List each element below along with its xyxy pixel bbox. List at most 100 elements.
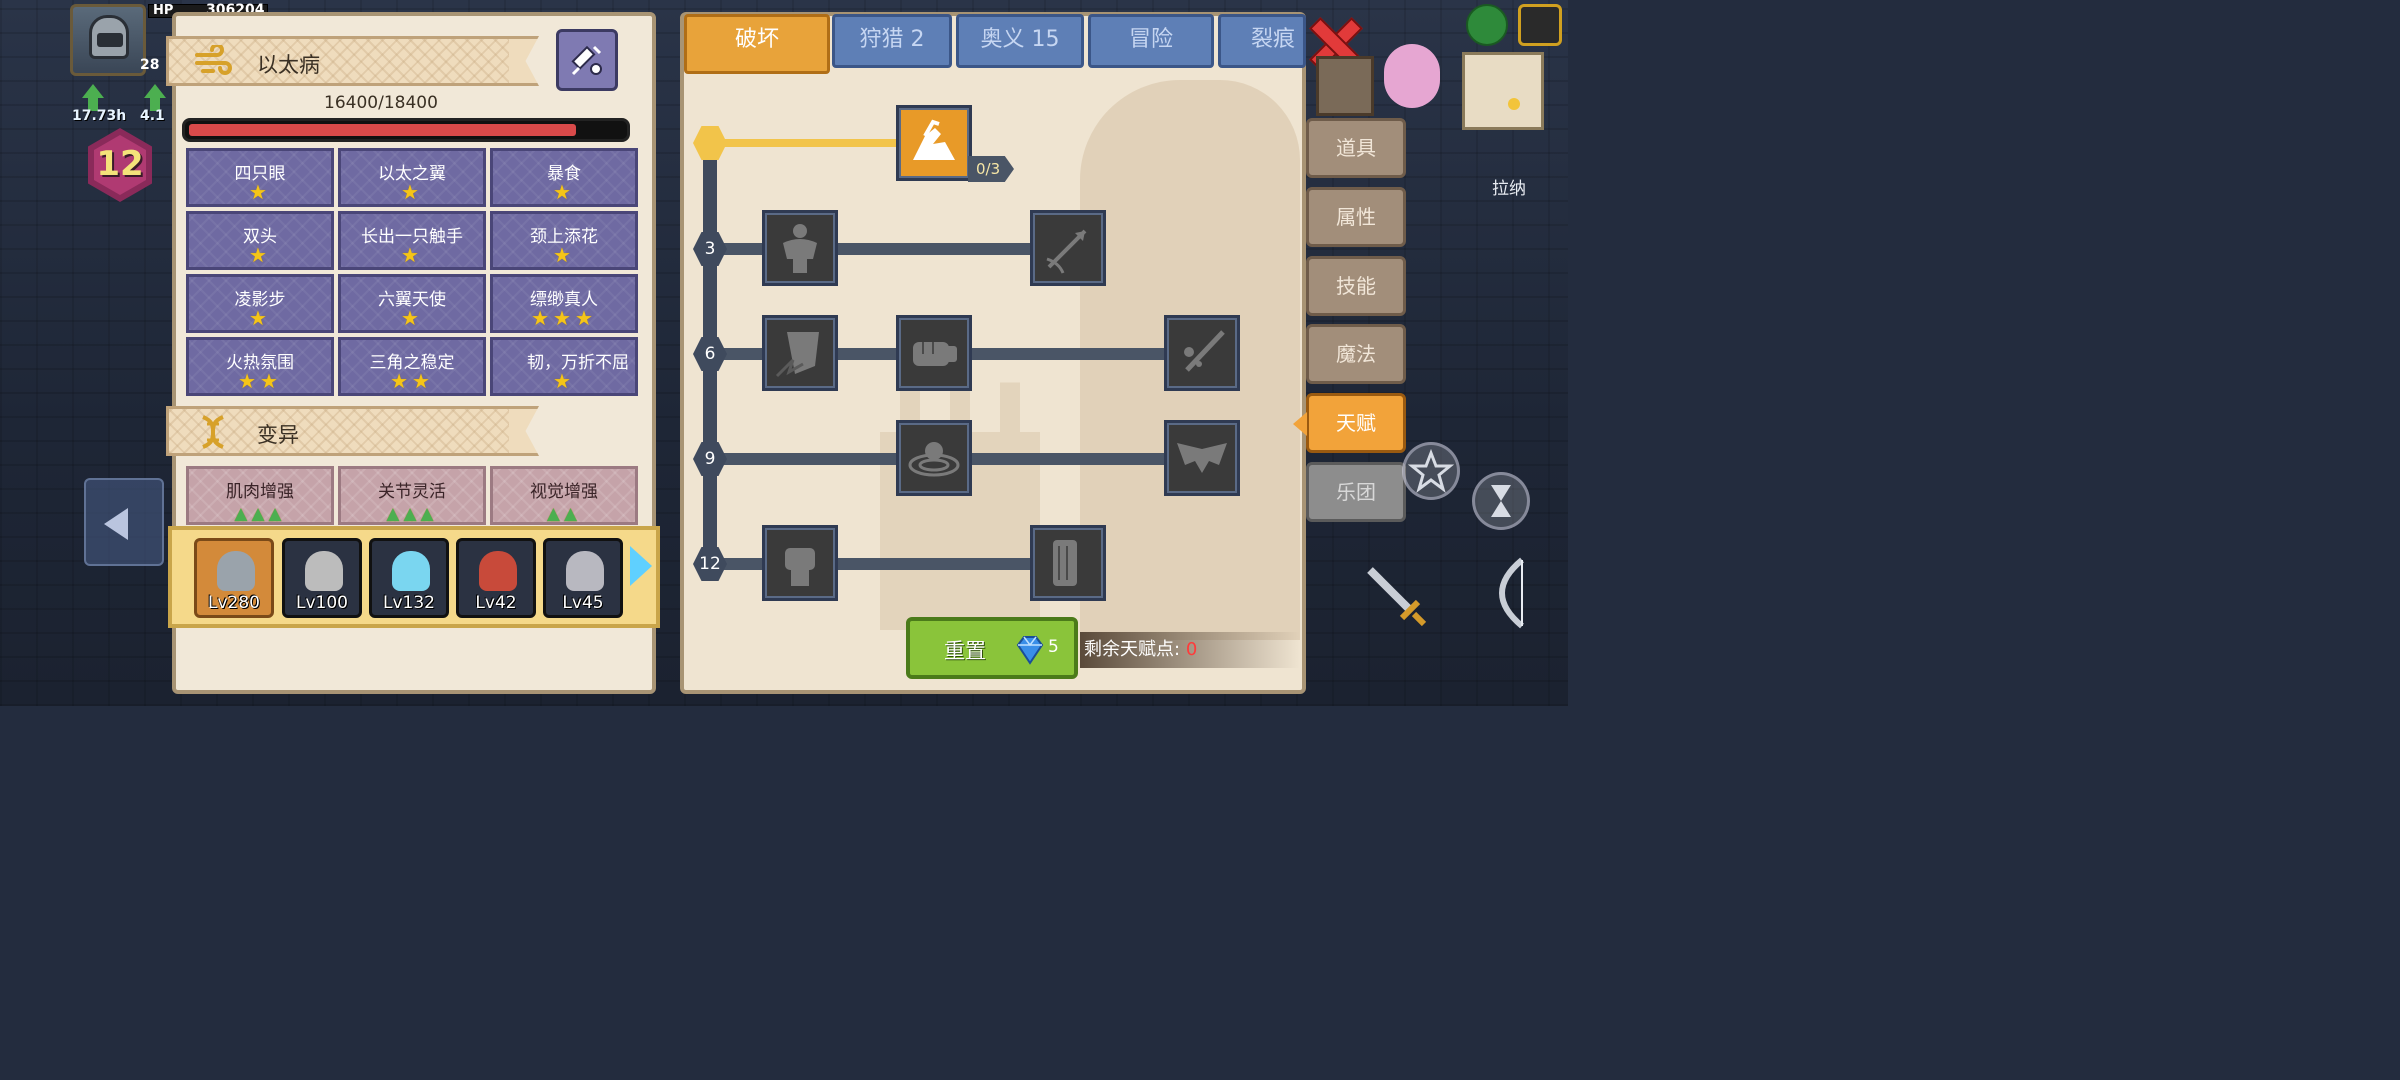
- hourglass-shape: [1491, 485, 1511, 517]
- side-menu-attributes[interactable]: 属性: [1306, 187, 1406, 247]
- skill-demon-wing[interactable]: [1164, 420, 1240, 496]
- trait-stars: ★: [401, 306, 423, 330]
- trait-stars: ★: [249, 306, 271, 330]
- hero-slot[interactable]: Lv42: [456, 538, 536, 618]
- tab-rift[interactable]: 裂痕: [1218, 14, 1306, 68]
- handshake-icon: [913, 119, 955, 160]
- mutation-marks: ▲▲: [546, 504, 582, 524]
- syringe-icon: [571, 45, 602, 76]
- skill-iron-grip[interactable]: [1030, 525, 1106, 601]
- hero-slot[interactable]: Lv100: [282, 538, 362, 618]
- tab-hunt[interactable]: 狩猎 2: [832, 14, 952, 68]
- npc-portrait[interactable]: [1384, 44, 1440, 108]
- player-avatar[interactable]: [70, 4, 146, 76]
- npc-name-label: 拉纳: [1492, 179, 1526, 199]
- side-menu-band[interactable]: 乐团: [1306, 462, 1406, 522]
- skill-shield-break[interactable]: [762, 315, 838, 391]
- demon-wing-icon: [1177, 443, 1227, 473]
- trait-cell[interactable]: 韧，万折不屈 ★: [490, 337, 638, 396]
- favorite-star-icon[interactable]: [1402, 442, 1460, 500]
- diamond-icon: [1016, 636, 1044, 665]
- shop-building-icon[interactable]: [1316, 56, 1374, 116]
- arrow-strike-icon: [1046, 229, 1087, 274]
- minimap[interactable]: [1462, 52, 1544, 130]
- star-outline: [1407, 448, 1455, 493]
- muscle-body-icon: [783, 224, 817, 273]
- skill-blade-slash[interactable]: [1164, 315, 1240, 391]
- timer-1: 17.73h: [72, 108, 127, 124]
- trait-stars: ★: [249, 180, 271, 204]
- skill-muscle-body[interactable]: [762, 210, 838, 286]
- fist-punch-icon: [913, 342, 957, 366]
- blade-slash-icon: [1184, 330, 1225, 372]
- side-menu-talent[interactable]: 天赋: [1293, 393, 1406, 453]
- exit-icon[interactable]: [1518, 4, 1562, 46]
- trait-stars: ★: [401, 243, 423, 267]
- mutation-title: 变异: [257, 423, 299, 447]
- hourglass-icon[interactable]: [1472, 472, 1530, 530]
- mutation-cell[interactable]: 肌肉增强 ▲▲▲: [186, 466, 334, 525]
- skill-ground-slam[interactable]: [896, 420, 972, 496]
- trait-stars: ★: [553, 369, 575, 393]
- hero-slot[interactable]: Lv45: [543, 538, 623, 618]
- raised-fist-icon: [785, 548, 815, 586]
- trait-cell[interactable]: 颈上添花 ★: [490, 211, 638, 270]
- disease-hp-fill: [189, 124, 576, 136]
- bow-icon[interactable]: [1474, 554, 1534, 632]
- mutation-cell[interactable]: 视觉增强 ▲▲: [490, 466, 638, 525]
- hero-level: Lv280: [208, 593, 260, 613]
- dpad-left-button[interactable]: [84, 478, 164, 566]
- hero-portrait: [566, 551, 604, 591]
- player-level-number: 12: [96, 144, 144, 184]
- sword-icon[interactable]: [1360, 560, 1432, 632]
- trait-cell[interactable]: 凌影步 ★: [186, 274, 334, 333]
- mutation-cell[interactable]: 关节灵活 ▲▲▲: [338, 466, 486, 525]
- points-value: 0: [1185, 639, 1198, 660]
- trait-grid: 四只眼 ★ 以太之翼 ★ 暴食 ★ 双头 ★ 长出一只触手 ★ 颈上添花 ★ 凌影步 ★ 六翼…: [186, 148, 638, 396]
- minimap-marker: [1508, 98, 1520, 110]
- trait-cell[interactable]: 三角之稳定 ★★: [338, 337, 486, 396]
- hero-level: Lv42: [475, 593, 517, 613]
- hero-portrait: [217, 551, 255, 591]
- trait-stars: ★: [553, 243, 575, 267]
- skill-fist-punch[interactable]: [896, 315, 972, 391]
- mutation-name: 视觉增强: [530, 482, 598, 502]
- side-menu-items[interactable]: 道具: [1306, 118, 1406, 178]
- side-menu-magic[interactable]: 魔法: [1306, 324, 1406, 384]
- hero-portrait: [479, 551, 517, 591]
- side-menu-skills[interactable]: 技能: [1306, 256, 1406, 316]
- dna-icon: [202, 415, 224, 449]
- disease-title: 以太病: [257, 53, 320, 77]
- hero-level: Lv45: [562, 593, 604, 613]
- trait-cell[interactable]: 缥缈真人 ★★★: [490, 274, 638, 333]
- trait-cell[interactable]: 以太之翼 ★: [338, 148, 486, 207]
- trait-cell[interactable]: 四只眼 ★: [186, 148, 334, 207]
- hero-portrait: [392, 551, 430, 591]
- hero-slot-selected[interactable]: Lv280: [194, 538, 274, 618]
- next-hero-arrow-icon[interactable]: [630, 546, 652, 586]
- skill-arm-wrestle[interactable]: [896, 105, 972, 181]
- reset-label: 重置: [944, 639, 986, 663]
- trait-cell[interactable]: 暴食 ★: [490, 148, 638, 207]
- trait-cell[interactable]: 六翼天使 ★: [338, 274, 486, 333]
- tab-adventure[interactable]: 冒险: [1088, 14, 1214, 68]
- remaining-points: 剩余天赋点: 0: [1080, 632, 1300, 668]
- tab-mystery[interactable]: 奥义 15: [956, 14, 1084, 68]
- hero-selector: Lv280 Lv100 Lv132 Lv42 Lv45: [168, 526, 660, 628]
- hero-level: Lv100: [296, 593, 348, 613]
- trait-cell[interactable]: 火热氛围 ★★: [186, 337, 334, 396]
- player-level-partial: 28: [140, 57, 160, 73]
- skill-raised-fist[interactable]: [762, 525, 838, 601]
- trait-cell[interactable]: 双头 ★: [186, 211, 334, 270]
- syringe-button[interactable]: [556, 29, 618, 91]
- sword-shape: [1367, 567, 1427, 627]
- tab-destroy[interactable]: 破坏: [684, 14, 830, 74]
- skill-arrow-strike[interactable]: [1030, 210, 1106, 286]
- globe-icon[interactable]: [1466, 4, 1508, 46]
- reset-cost: 5: [1048, 637, 1059, 657]
- reset-button[interactable]: 重置 5: [906, 617, 1078, 679]
- hero-slot[interactable]: Lv132: [369, 538, 449, 618]
- disease-hp-bar: [182, 118, 630, 142]
- trait-cell[interactable]: 长出一只触手 ★: [338, 211, 486, 270]
- timer-2: 4.1: [140, 108, 165, 124]
